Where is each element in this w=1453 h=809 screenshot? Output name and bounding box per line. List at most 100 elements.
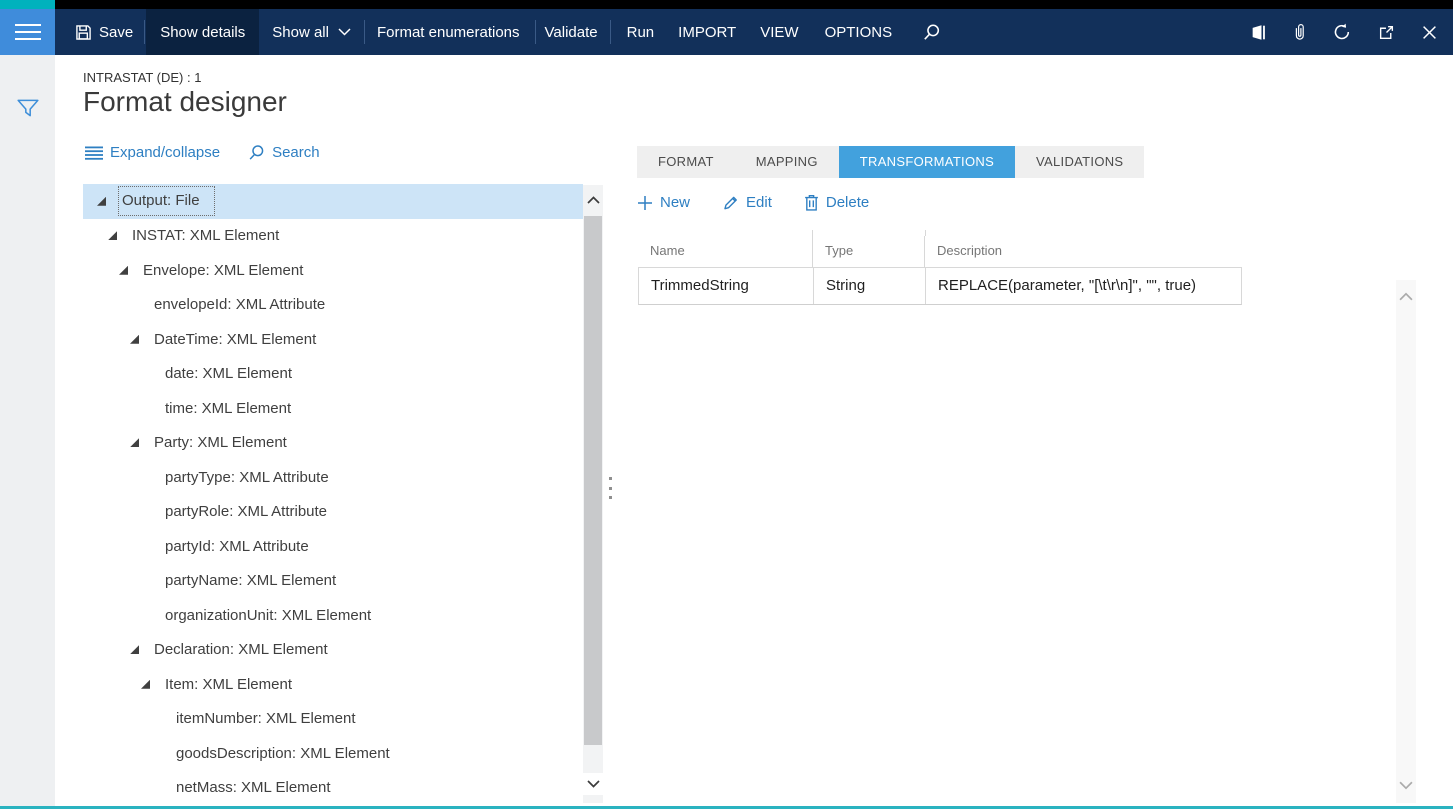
pencil-icon — [724, 196, 737, 210]
format-structure-tree: Output: File INSTAT: XML Element Envelop… — [83, 184, 583, 809]
expand-collapse-button[interactable]: Expand/collapse — [85, 144, 220, 161]
edit-label: Edit — [746, 194, 772, 211]
tree-item[interactable]: itemNumber: XML Element — [83, 702, 583, 737]
expand-collapse-label: Expand/collapse — [110, 144, 221, 161]
tree-item[interactable]: partyId: XML Attribute — [83, 529, 583, 564]
import-menu[interactable]: IMPORT — [678, 9, 736, 55]
view-label: VIEW — [760, 23, 799, 41]
delete-button[interactable]: Delete — [804, 194, 869, 211]
edit-button[interactable]: Edit — [722, 194, 772, 211]
tree-item-label: partyRole: XML Attribute — [165, 503, 328, 521]
toolbar-search-button[interactable] — [923, 9, 941, 55]
new-button[interactable]: New — [637, 194, 690, 211]
scroll-down-button[interactable] — [1399, 769, 1413, 803]
tab-transformations[interactable]: TRANSFORMATIONS — [838, 146, 1016, 178]
column-header-name[interactable]: Name — [638, 236, 813, 267]
tree-item-label: envelopeId: XML Attribute — [154, 296, 326, 314]
tree-item[interactable]: Output: File — [83, 184, 583, 219]
list-icon — [85, 146, 103, 160]
toolbar-separator — [144, 20, 146, 44]
tree-item[interactable]: Item: XML Element — [83, 667, 583, 702]
tree-item-label: organizationUnit: XML Element — [165, 606, 372, 624]
tab-format[interactable]: FORMAT — [637, 146, 735, 178]
tree-search-button[interactable]: Search — [248, 144, 320, 161]
tree-item-label: Party: XML Element — [154, 434, 287, 452]
tree-item[interactable]: time: XML Element — [83, 391, 583, 426]
show-all-dropdown[interactable]: Show all — [272, 9, 351, 55]
chevron-down-icon — [586, 780, 600, 788]
tree-item[interactable]: DateTime: XML Element — [83, 322, 583, 357]
tree-item-label: partyType: XML Attribute — [165, 468, 329, 486]
format-enumerations-button[interactable]: Format enumerations — [377, 9, 520, 55]
pane-splitter-handle[interactable] — [606, 477, 614, 499]
view-menu[interactable]: VIEW — [760, 9, 798, 55]
office-icon — [1252, 24, 1265, 40]
column-tick — [812, 230, 813, 236]
tree-item[interactable]: partyName: XML Element — [83, 564, 583, 599]
tab-mapping[interactable]: MAPPING — [734, 146, 839, 178]
office-app-button[interactable] — [1250, 9, 1267, 55]
paperclip-icon — [1295, 24, 1304, 40]
trash-icon — [805, 195, 818, 211]
tree-scrollbar[interactable] — [583, 185, 603, 803]
column-header-type[interactable]: Type — [813, 236, 925, 267]
run-label: Run — [626, 23, 655, 41]
tree-item[interactable]: partyType: XML Attribute — [83, 460, 583, 495]
show-details-label: Show details — [160, 23, 246, 41]
tree-item[interactable]: goodsDescription: XML Element — [83, 736, 583, 771]
popout-button[interactable] — [1378, 9, 1395, 55]
tree-expander-icon[interactable] — [119, 266, 143, 275]
tree-expander-icon[interactable] — [130, 335, 154, 344]
tree-item-label: partyName: XML Element — [165, 572, 337, 590]
tree-item[interactable]: organizationUnit: XML Element — [83, 598, 583, 633]
search-icon — [924, 24, 940, 40]
tree-item-label: Item: XML Element — [165, 675, 292, 693]
show-details-button[interactable]: Show details — [146, 9, 260, 55]
tree-item[interactable]: envelopeId: XML Attribute — [83, 288, 583, 323]
refresh-button[interactable] — [1333, 9, 1351, 55]
tree-item[interactable]: Declaration: XML Element — [83, 633, 583, 668]
options-menu[interactable]: OPTIONS — [825, 9, 893, 55]
breadcrumb-caption: INTRASTAT (DE) : 1 — [83, 70, 202, 85]
tree-expander-icon[interactable] — [141, 680, 165, 689]
tab-validations[interactable]: VALIDATIONS — [1015, 146, 1145, 178]
format-enumerations-label: Format enumerations — [376, 23, 520, 41]
tree-item[interactable]: INSTAT: XML Element — [83, 219, 583, 254]
run-button[interactable]: Run — [627, 9, 655, 55]
search-icon — [249, 145, 264, 160]
hamburger-menu-button[interactable] — [0, 9, 55, 55]
panel-scrollbar[interactable] — [1396, 280, 1416, 803]
tree-item[interactable]: netMass: XML Element — [83, 771, 583, 806]
import-label: IMPORT — [678, 23, 737, 41]
tree-search-label: Search — [272, 144, 320, 161]
validate-label: Validate — [544, 23, 598, 41]
toolbar-separator — [609, 20, 611, 44]
tree-item[interactable]: Envelope: XML Element — [83, 253, 583, 288]
tree-item[interactable]: Party: XML Element — [83, 426, 583, 461]
scrollbar-thumb[interactable] — [584, 216, 602, 745]
filter-icon[interactable] — [16, 96, 40, 120]
save-icon — [76, 24, 91, 40]
transformations-grid: Name Type Description TrimmedString Stri… — [638, 230, 1242, 305]
close-button[interactable] — [1422, 9, 1437, 55]
tree-expander-icon[interactable] — [130, 645, 154, 654]
validate-button[interactable]: Validate — [545, 9, 598, 55]
save-label: Save — [99, 23, 134, 41]
cell-description: REPLACE(parameter, "[\t\r\n]", "", true) — [938, 277, 1197, 294]
scroll-down-button[interactable] — [583, 773, 603, 795]
attach-button[interactable] — [1294, 9, 1306, 55]
column-header-description[interactable]: Description — [925, 236, 1242, 267]
tree-item-label: date: XML Element — [165, 365, 293, 383]
scroll-up-button[interactable] — [583, 185, 603, 215]
save-button[interactable]: Save — [75, 9, 133, 55]
tree-expander-icon[interactable] — [108, 231, 132, 240]
teal-accent-corner — [0, 0, 55, 9]
tree-item-label: Envelope: XML Element — [143, 261, 304, 279]
table-row[interactable]: TrimmedString String REPLACE(parameter, … — [638, 268, 1242, 305]
tree-item-label: time: XML Element — [165, 399, 292, 417]
scroll-up-button[interactable] — [1399, 280, 1413, 314]
tree-item[interactable]: partyRole: XML Attribute — [83, 495, 583, 530]
tree-expander-icon[interactable] — [130, 438, 154, 447]
tree-item[interactable]: date: XML Element — [83, 357, 583, 392]
window-top-strip — [0, 0, 1453, 9]
